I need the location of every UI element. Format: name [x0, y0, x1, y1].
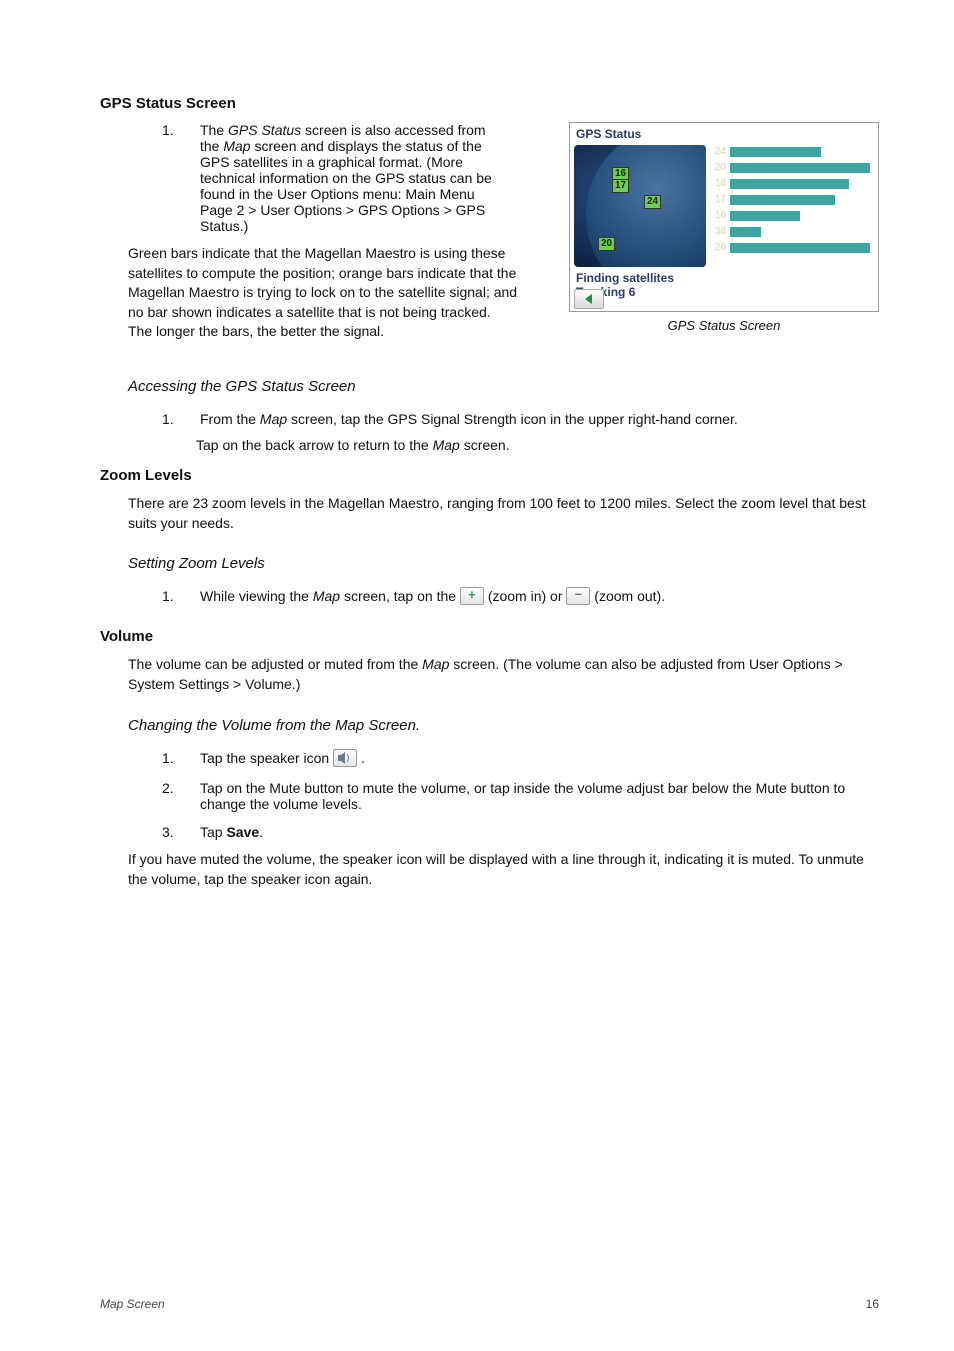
- list-number: 2.: [162, 780, 200, 812]
- signal-bar-row: 18: [710, 177, 872, 190]
- list-number: 1.: [162, 750, 200, 768]
- list-item: 1. The GPS Status screen is also accesse…: [162, 122, 549, 234]
- body-paragraph: Tap on the back arrow to return to the M…: [196, 437, 879, 453]
- sat-marker: 17: [612, 179, 629, 193]
- gps-status-figure-block: GPS Status 16 17 24 20 24201817163826 Fi…: [569, 122, 879, 333]
- body-paragraph: Green bars indicate that the Magellan Ma…: [128, 244, 518, 342]
- footer-page-number: 16: [866, 1297, 879, 1311]
- list-item: 1. While viewing the Map screen, tap on …: [162, 588, 879, 606]
- list-item: 3. Tap Save.: [162, 824, 879, 840]
- gps-status-figure: GPS Status 16 17 24 20 24201817163826 Fi…: [569, 122, 879, 312]
- zoom-in-icon[interactable]: [460, 587, 484, 605]
- gps-figure-title: GPS Status: [576, 127, 641, 141]
- subheading-changing-volume: Changing the Volume from the Map Screen.: [128, 717, 879, 734]
- list-item: 1. Tap the speaker icon .: [162, 750, 879, 768]
- gps-figure-caption: GPS Status Screen: [569, 318, 879, 333]
- heading-gps-status-screen: GPS Status Screen: [100, 95, 879, 112]
- signal-bar-row: 16: [710, 209, 872, 222]
- heading-zoom-levels: Zoom Levels: [100, 467, 879, 484]
- subheading-setting-zoom: Setting Zoom Levels: [128, 555, 879, 572]
- body-paragraph: There are 23 zoom levels in the Magellan…: [128, 494, 879, 533]
- list-item: 2. Tap on the Mute button to mute the vo…: [162, 780, 879, 812]
- sat-marker: 20: [598, 237, 615, 251]
- page-footer: Map Screen 16: [100, 1297, 879, 1311]
- gps-signal-bars: 24 20 18 17 16 38 26: [710, 145, 872, 267]
- list-number: 3.: [162, 824, 200, 840]
- subheading-accessing-gps: Accessing the GPS Status Screen: [128, 378, 879, 395]
- signal-bar-row: 17: [710, 193, 872, 206]
- signal-bar-row: 20: [710, 161, 872, 174]
- signal-bar-row: 26: [710, 241, 872, 254]
- speaker-icon[interactable]: [333, 749, 357, 767]
- list-item: 1. From the Map screen, tap the GPS Sign…: [162, 411, 879, 427]
- body-paragraph: If you have muted the volume, the speake…: [128, 850, 879, 889]
- gps-sky-plot: 16 17 24 20: [574, 145, 706, 267]
- list-number: 1.: [162, 122, 200, 234]
- list-number: 1.: [162, 411, 200, 427]
- sat-marker: 24: [644, 195, 661, 209]
- heading-volume: Volume: [100, 628, 879, 645]
- signal-bar-row: 38: [710, 225, 872, 238]
- zoom-out-icon[interactable]: [566, 587, 590, 605]
- body-paragraph: The volume can be adjusted or muted from…: [128, 655, 879, 694]
- back-button[interactable]: [574, 289, 604, 309]
- list-number: 1.: [162, 588, 200, 606]
- footer-section-name: Map Screen: [100, 1297, 165, 1311]
- signal-bar-row: 24: [710, 145, 872, 158]
